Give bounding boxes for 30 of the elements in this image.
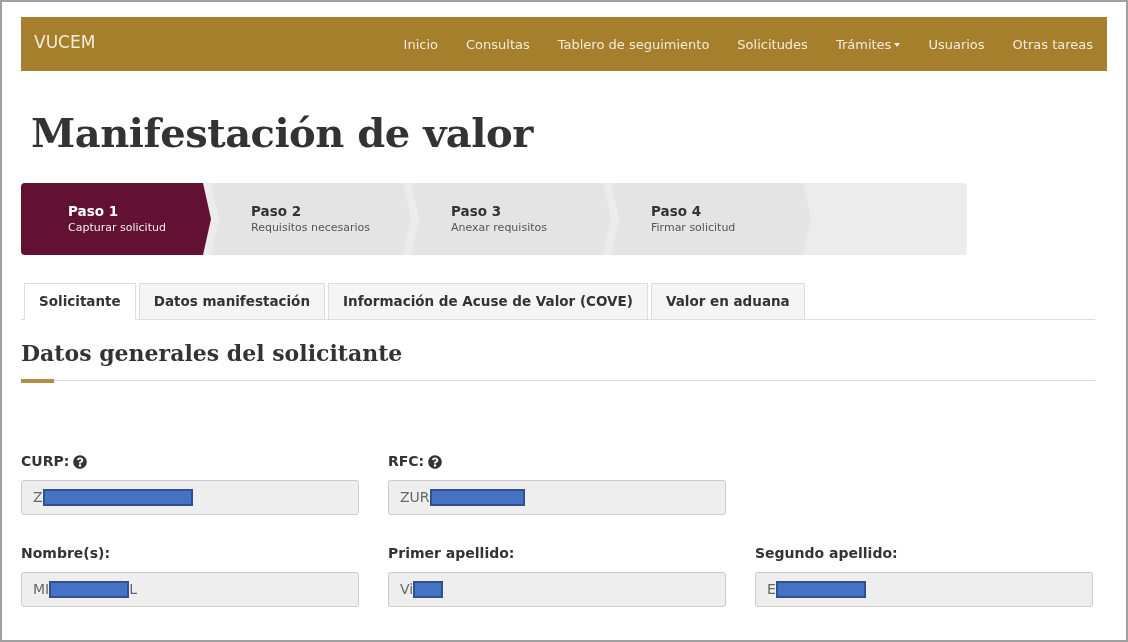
nav-link[interactable]: Solicitudes [737, 35, 808, 55]
nav-link[interactable]: Otras tareas [1012, 35, 1093, 55]
wizard-step[interactable]: Paso 1 Capturar solicitud [21, 183, 211, 255]
tab[interactable]: Datos manifestación [138, 283, 325, 320]
nav-link[interactable]: Tablero de seguimiento [557, 35, 710, 55]
field-label: CURP: [21, 452, 70, 471]
nav-link[interactable]: Trámites [835, 35, 901, 55]
field-label: Nombre(s): [21, 544, 111, 563]
page-title: Manifestación de valor [31, 113, 535, 153]
field-label: Primer apellido: [388, 544, 515, 563]
text-field[interactable]: Z [21, 480, 359, 515]
help-icon[interactable] [428, 454, 443, 469]
text-field[interactable]: ZUR [388, 480, 726, 515]
field-label: RFC: [388, 452, 425, 471]
text-field[interactable]: MI L [21, 572, 359, 607]
nav-link[interactable]: Consultas [466, 35, 530, 55]
text-field[interactable]: E [755, 572, 1093, 607]
brand-logo[interactable]: VUCEM [34, 30, 96, 56]
tab[interactable]: Información de Acuse de Valor (COVE) [328, 283, 648, 320]
help-icon[interactable] [73, 454, 88, 469]
nav-link[interactable]: Usuarios [928, 35, 985, 55]
wizard-step[interactable]: Paso 3 Anexar requisitos [411, 183, 611, 255]
wizard-step[interactable]: Paso 4 Firmar solicitud [611, 183, 811, 255]
tab[interactable]: Solicitante [24, 283, 136, 320]
nav-link[interactable]: Inicio [403, 35, 438, 55]
section-title: Datos generales del solicitante [21, 342, 404, 364]
wizard-step[interactable]: Paso 2 Requisitos necesarios [211, 183, 411, 255]
field-label: Segundo apellido: [755, 544, 898, 563]
text-field[interactable]: Vi [388, 572, 726, 607]
tab[interactable]: Valor en aduana [650, 283, 805, 320]
